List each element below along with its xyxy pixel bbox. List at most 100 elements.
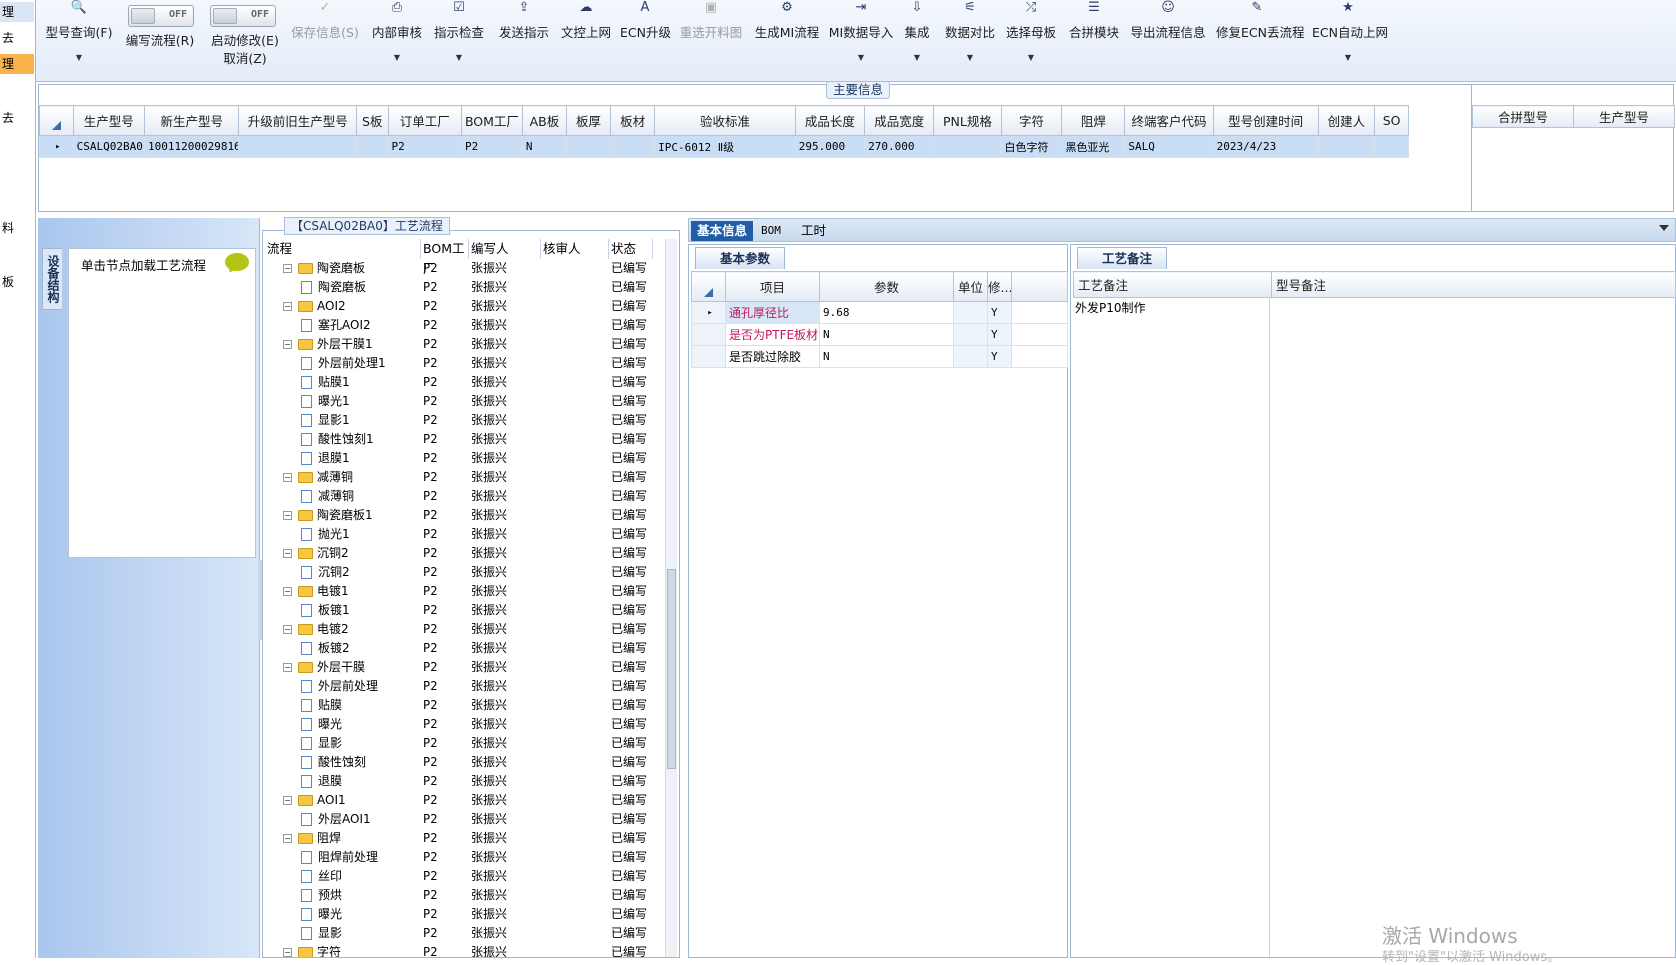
tree-folder-node[interactable]: − 电镀2 xyxy=(283,620,349,639)
chevron-down-icon[interactable]: ▼ xyxy=(432,52,486,64)
main-info-column-header[interactable]: PNL规格 xyxy=(933,105,1002,136)
tree-leaf-node[interactable]: 曝光1 xyxy=(301,392,350,411)
main-info-cell[interactable]: 白色字符 xyxy=(1000,135,1063,158)
tab-hours[interactable]: 工时 xyxy=(795,221,832,241)
tree-node[interactable]: 显影1 P2 张振兴 已编写 xyxy=(263,411,663,430)
toolbar-button[interactable]: ▣ 重选开料图 xyxy=(678,0,744,80)
tree-column-header[interactable]: 核审人 xyxy=(541,239,609,259)
toolbar-button[interactable]: ☁ 文控上网 xyxy=(558,0,614,80)
collapse-icon[interactable]: − xyxy=(283,625,292,634)
tree-leaf-node[interactable]: 丝印 xyxy=(301,867,342,886)
production-model-col[interactable]: 生产型号 xyxy=(1573,105,1675,128)
tree-column-header[interactable]: 状态 xyxy=(609,239,653,259)
main-info-column-header[interactable]: S板 xyxy=(356,105,389,136)
param-unit-cell[interactable] xyxy=(953,323,988,346)
tree-node[interactable]: 贴膜1 P2 张振兴 已编写 xyxy=(263,373,663,392)
param-unit-cell[interactable] xyxy=(953,301,988,324)
chevron-down-icon[interactable] xyxy=(1659,225,1669,231)
toolbar-button[interactable]: 🔍 型号查询(F) ▼ xyxy=(44,0,114,80)
left-nav-item[interactable]: 理 xyxy=(0,2,34,22)
merge-model-col[interactable]: 合拼型号 xyxy=(1472,105,1574,128)
left-nav-item[interactable]: 去 xyxy=(0,108,34,128)
tree-node[interactable]: 外层AOI1 P2 张振兴 已编写 xyxy=(263,810,663,829)
chevron-down-icon[interactable]: ▼ xyxy=(44,52,114,64)
main-info-column-header[interactable]: 终端客户代码 xyxy=(1124,105,1214,136)
toolbar-button[interactable]: ⚙ 生成MI流程 xyxy=(754,0,820,80)
tree-leaf-node[interactable]: 减薄铜 xyxy=(301,487,354,506)
main-info-column-header[interactable]: AB板 xyxy=(521,105,567,136)
chevron-down-icon[interactable]: ▼ xyxy=(370,52,424,64)
tree-leaf-node[interactable]: 显影 xyxy=(301,734,342,753)
param-modify-cell[interactable]: Y xyxy=(987,323,1012,346)
tree-folder-node[interactable]: − 陶瓷磨板 xyxy=(283,259,365,278)
chevron-down-icon[interactable]: ▼ xyxy=(942,52,998,64)
param-modify-cell[interactable]: Y xyxy=(987,301,1012,324)
chevron-down-icon[interactable]: ▼ xyxy=(900,52,934,64)
main-info-cell[interactable]: 2023/4/23 xyxy=(1212,135,1319,158)
tree-node[interactable]: 沉铜2 P2 张振兴 已编写 xyxy=(263,563,663,582)
main-info-cell[interactable] xyxy=(238,135,358,158)
toggle-switch[interactable]: OFF xyxy=(210,5,276,27)
main-info-column-header[interactable]: 型号创建时间 xyxy=(1212,105,1319,136)
main-info-cell[interactable] xyxy=(356,135,389,158)
main-info-column-header[interactable]: BOM工厂 xyxy=(461,105,523,136)
left-nav-item[interactable]: 去 xyxy=(0,28,34,48)
tree-leaf-node[interactable]: 阻焊前处理 xyxy=(301,848,378,867)
toolbar-button-sublabel[interactable]: 取消(Z) xyxy=(206,50,284,68)
tree-folder-node[interactable]: − 阻焊 xyxy=(283,829,341,848)
tree-folder-node[interactable]: − AOI1 xyxy=(283,791,346,810)
tree-leaf-node[interactable]: 退膜 xyxy=(301,772,342,791)
tree-leaf-node[interactable]: 外层AOI1 xyxy=(301,810,371,829)
param-modify-cell[interactable]: Y xyxy=(987,345,1012,368)
tree-leaf-node[interactable]: 预烘 xyxy=(301,886,342,905)
tree-node[interactable]: 丝印 P2 张振兴 已编写 xyxy=(263,867,663,886)
tree-node[interactable]: 外层前处理 P2 张振兴 已编写 xyxy=(263,677,663,696)
tree-node[interactable]: 阻焊前处理 P2 张振兴 已编写 xyxy=(263,848,663,867)
row-indicator[interactable] xyxy=(691,345,726,368)
param-item-cell[interactable]: 是否为PTFE板材 xyxy=(725,323,820,346)
tree-node[interactable]: 酸性蚀刻1 P2 张振兴 已编写 xyxy=(263,430,663,449)
tree-leaf-node[interactable]: 曝光 xyxy=(301,905,342,924)
process-note-text[interactable]: 外发P10制作 xyxy=(1075,299,1146,316)
param-row[interactable]: ▸ 通孔厚径比 9.68 Y xyxy=(691,301,1068,324)
tree-node[interactable]: − 电镀2 P2 张振兴 已编写 xyxy=(263,620,663,639)
tree-node[interactable]: 显影 P2 张振兴 已编写 xyxy=(263,734,663,753)
main-info-cell[interactable]: N xyxy=(521,135,567,158)
left-nav-item-active[interactable]: 理 xyxy=(0,54,34,74)
tree-folder-node[interactable]: − 外层干膜1 xyxy=(283,335,373,354)
main-info-cell[interactable]: 黑色亚光 xyxy=(1061,135,1126,158)
row-indicator-header[interactable] xyxy=(39,105,74,136)
tree-leaf-node[interactable]: 板镀1 xyxy=(301,601,350,620)
tab-basic-params[interactable]: 基本参数 xyxy=(695,247,786,269)
collapse-icon[interactable]: − xyxy=(283,302,292,311)
param-blank-cell[interactable] xyxy=(1011,323,1068,346)
collapse-icon[interactable]: − xyxy=(283,264,292,273)
toolbar-button[interactable]: OFF 启动修改(E) 取消(Z) xyxy=(206,0,284,80)
tree-node[interactable]: − 电镀1 P2 张振兴 已编写 xyxy=(263,582,663,601)
tab-basic-info[interactable]: 基本信息 xyxy=(691,221,754,241)
tree-node[interactable]: 抛光1 P2 张振兴 已编写 xyxy=(263,525,663,544)
main-info-column-header[interactable]: 成品长度 xyxy=(794,105,866,136)
collapse-icon[interactable]: − xyxy=(283,663,292,672)
tree-leaf-node[interactable]: 塞孔AOI2 xyxy=(301,316,371,335)
collapse-icon[interactable]: − xyxy=(283,796,292,805)
row-indicator[interactable]: ▸ xyxy=(691,301,726,324)
item-col[interactable]: 项目 xyxy=(725,271,820,302)
main-info-column-header[interactable]: 创建人 xyxy=(1317,105,1376,136)
main-info-cell[interactable] xyxy=(610,135,656,158)
tree-folder-node[interactable]: − 沉铜2 xyxy=(283,544,349,563)
toolbar-button[interactable]: ⎙ 内部审核 ▼ xyxy=(370,0,424,80)
main-info-column-header[interactable]: 成品宽度 xyxy=(864,105,935,136)
tree-leaf-node[interactable]: 退膜1 xyxy=(301,449,350,468)
left-nav-item[interactable]: 料 xyxy=(0,218,34,238)
tree-node[interactable]: − AOI2 P2 张振兴 已编写 xyxy=(263,297,663,316)
tree-node[interactable]: 退膜1 P2 张振兴 已编写 xyxy=(263,449,663,468)
main-info-cell[interactable]: 270.000 xyxy=(864,135,935,158)
tree-leaf-node[interactable]: 显影 xyxy=(301,924,342,943)
param-col[interactable]: 参数 xyxy=(819,271,954,302)
collapse-icon[interactable]: − xyxy=(283,948,292,957)
tree-leaf-node[interactable]: 陶瓷磨板 xyxy=(301,278,366,297)
main-info-column-header[interactable]: 新生产型号 xyxy=(143,105,240,136)
model-note-col[interactable]: 型号备注 xyxy=(1271,271,1676,298)
main-info-column-header[interactable]: SO xyxy=(1374,105,1409,136)
